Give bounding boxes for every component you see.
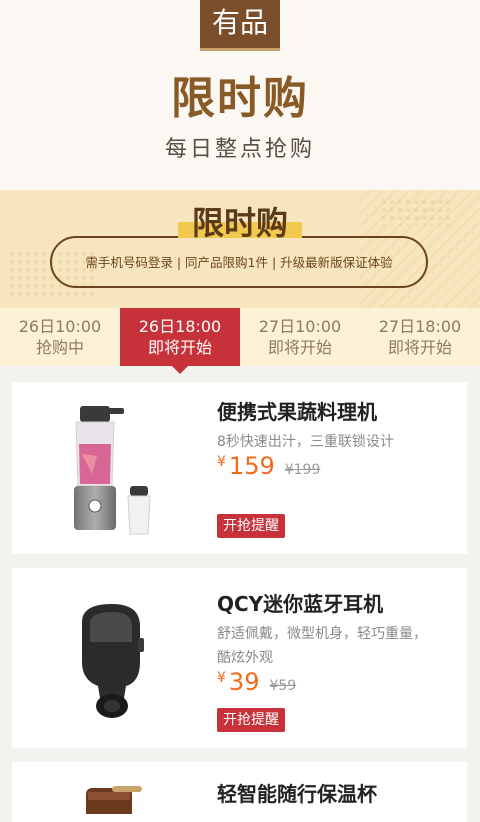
product-name: 便携式果蔬料理机	[217, 400, 377, 424]
tab-time: 26日18:00	[138, 317, 222, 336]
remind-button[interactable]: 开抢提醒	[217, 514, 285, 538]
page-title: 限时购	[171, 73, 309, 124]
tab-session-2[interactable]: 26日18:00 即将开始	[120, 308, 240, 374]
time-tabs: 26日10:00 抢购中 26日18:00 即将开始 27日10:00 即将开始…	[0, 308, 480, 374]
tab-time: 27日10:00	[258, 317, 342, 336]
tab-status: 抢购中	[35, 338, 84, 357]
banner-dots-right	[380, 198, 450, 226]
earbud-icon	[42, 582, 182, 732]
blender-icon	[42, 394, 182, 544]
tab-session-1[interactable]: 26日10:00 抢购中	[0, 308, 120, 366]
currency-symbol: ¥	[217, 454, 226, 470]
remind-button[interactable]: 开抢提醒	[217, 708, 285, 732]
banner-rules: 需手机号码登录 | 同产品限购1件 | 升级最新版保证体验	[85, 255, 393, 270]
tab-session-3[interactable]: 27日10:00 即将开始	[240, 308, 360, 366]
banner-title-text: 限时购	[191, 204, 288, 242]
currency-symbol: ¥	[217, 670, 226, 686]
product-description: 舒适佩戴，微型机身，轻巧重量，酷炫外观	[217, 626, 427, 666]
tab-time: 26日10:00	[18, 317, 102, 336]
product-price: ¥39 ¥59	[217, 668, 296, 696]
product-name: QCY迷你蓝牙耳机	[217, 592, 384, 616]
sale-price: 159	[228, 452, 275, 480]
brand-badge: 有品	[200, 0, 280, 51]
tab-status: 即将开始	[147, 338, 212, 357]
page-header: 有品 限时购 每日整点抢购	[0, 0, 480, 190]
product-card[interactable]: 便携式果蔬料理机 8秒快速出汁，三重联锁设计 ¥159 ¥199 开抢提醒	[12, 382, 467, 554]
banner-title: 限时购	[178, 204, 302, 242]
product-name: 轻智能随行保温杯	[217, 782, 377, 806]
original-price: ¥59	[269, 678, 297, 694]
tab-status: 即将开始	[267, 338, 332, 357]
product-card[interactable]: 轻智能随行保温杯	[12, 762, 467, 822]
product-price: ¥159 ¥199	[217, 452, 320, 480]
tab-session-4[interactable]: 27日18:00 即将开始	[360, 308, 480, 366]
sale-price: 39	[228, 668, 260, 696]
thermos-icon	[42, 774, 182, 814]
tab-time: 27日18:00	[378, 317, 462, 336]
original-price: ¥199	[284, 462, 321, 478]
flash-sale-banner: 限时购 需手机号码登录 | 同产品限购1件 | 升级最新版保证体验	[0, 190, 480, 308]
page-subtitle: 每日整点抢购	[164, 137, 315, 162]
product-card[interactable]: QCY迷你蓝牙耳机 舒适佩戴，微型机身，轻巧重量，酷炫外观 ¥39 ¥59 开抢提…	[12, 568, 467, 748]
product-description: 8秒快速出汁，三重联锁设计	[217, 434, 394, 450]
tab-status: 即将开始	[387, 338, 452, 357]
